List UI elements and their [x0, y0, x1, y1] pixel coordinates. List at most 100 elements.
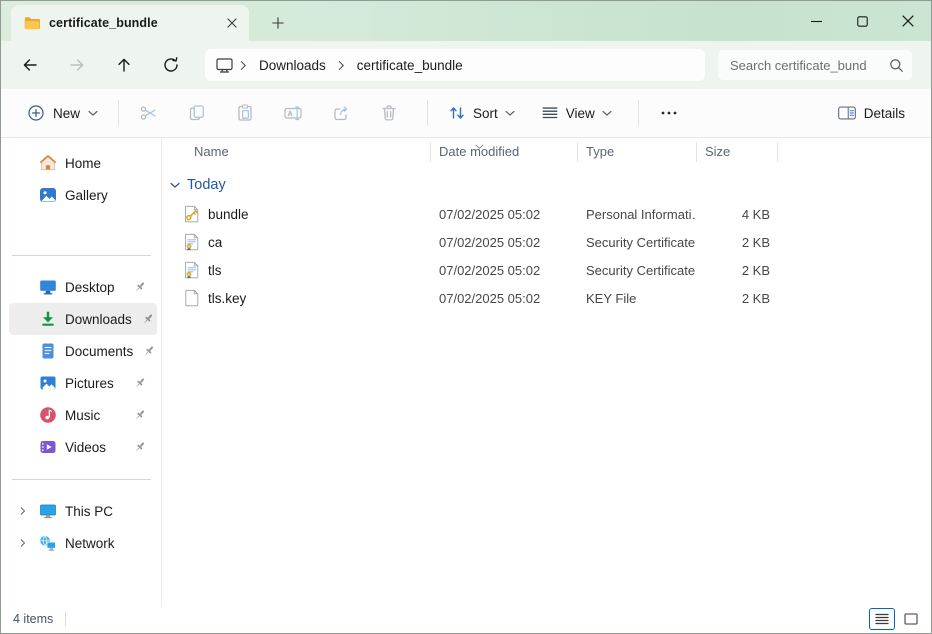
column-header-type[interactable]: Type [578, 138, 697, 164]
file-size: 4 KB [697, 207, 778, 222]
toolbar-divider [427, 100, 428, 126]
downloads-icon [39, 310, 57, 328]
new-button-label: New [53, 106, 80, 121]
up-button[interactable] [107, 48, 141, 82]
breadcrumb-chevron-icon[interactable] [234, 60, 253, 71]
column-header-empty [778, 138, 931, 164]
share-button[interactable] [321, 95, 361, 131]
file-name: tls.key [208, 291, 246, 306]
command-toolbar: New [1, 89, 931, 138]
sidebar-item-desktop[interactable]: Desktop [9, 271, 157, 303]
file-name: bundle [208, 207, 249, 222]
pin-icon [132, 376, 147, 391]
file-row[interactable]: bundle 07/02/2025 05:02 Personal Informa… [162, 200, 931, 228]
back-button[interactable] [13, 48, 47, 82]
sort-button[interactable]: Sort [438, 95, 525, 131]
toolbar-divider [118, 100, 119, 126]
forward-button[interactable] [60, 48, 94, 82]
see-more-button[interactable] [649, 95, 689, 131]
file-size: 2 KB [697, 291, 778, 306]
minimize-button[interactable] [793, 1, 839, 41]
view-button[interactable]: View [531, 95, 622, 131]
ellipsis-icon [659, 103, 679, 123]
file-name: tls [208, 263, 222, 278]
sidebar-item-documents[interactable]: Documents [9, 335, 157, 367]
cut-icon [139, 103, 159, 123]
view-list-icon [541, 104, 559, 122]
group-header-label: Today [187, 177, 226, 193]
status-divider [65, 612, 66, 626]
refresh-button[interactable] [154, 48, 188, 82]
breadcrumb-chevron-icon[interactable] [332, 60, 351, 71]
this-pc-icon [39, 502, 57, 520]
thumbnail-view-icon [904, 613, 918, 625]
chevron-down-icon [88, 110, 98, 117]
status-bar: 4 items [1, 607, 931, 633]
file-name: ca [208, 235, 222, 250]
folder-icon [24, 16, 40, 30]
column-headers: Name Date modified Type Size [162, 138, 931, 164]
file-date: 07/02/2025 05:02 [431, 291, 578, 306]
file-row[interactable]: tls 07/02/2025 05:02 Security Certificat… [162, 256, 931, 284]
sidebar-item-this-pc[interactable]: This PC [5, 495, 157, 527]
tab-close-button[interactable] [221, 12, 243, 34]
sidebar-divider [12, 479, 151, 480]
pictures-icon [39, 374, 57, 392]
sidebar-item-label: Downloads [65, 312, 132, 327]
chevron-right-icon[interactable] [15, 506, 31, 516]
thumbnail-view-toggle[interactable] [898, 608, 924, 630]
music-icon [39, 406, 57, 424]
column-header-date-modified[interactable]: Date modified [431, 138, 578, 164]
sort-icon [448, 104, 466, 122]
sidebar-item-videos[interactable]: Videos [9, 431, 157, 463]
breadcrumb-item-current-folder[interactable]: certificate_bundle [351, 56, 469, 75]
column-header-name[interactable]: Name [162, 138, 431, 164]
breadcrumb[interactable]: Downloads certificate_bundle [205, 49, 705, 81]
sidebar-item-downloads[interactable]: Downloads [9, 303, 157, 335]
pin-icon [132, 280, 147, 295]
sidebar-item-gallery[interactable]: Gallery [9, 179, 157, 211]
toolbar-divider [638, 100, 639, 126]
delete-button[interactable] [369, 95, 409, 131]
new-tab-button[interactable] [265, 10, 291, 36]
copy-button[interactable] [177, 95, 217, 131]
new-button[interactable]: New [17, 95, 108, 131]
column-header-label: Type [586, 144, 614, 159]
file-type: Security Certificate [578, 263, 697, 278]
cut-button[interactable] [129, 95, 169, 131]
close-window-button[interactable] [885, 1, 931, 41]
sidebar-item-home[interactable]: Home [9, 147, 157, 179]
details-view-icon [875, 613, 889, 625]
sidebar-item-music[interactable]: Music [9, 399, 157, 431]
sidebar-item-pictures[interactable]: Pictures [9, 367, 157, 399]
sidebar-item-label: Gallery [65, 188, 108, 203]
breadcrumb-item-downloads[interactable]: Downloads [253, 56, 332, 75]
maximize-button[interactable] [839, 1, 885, 41]
window-controls [793, 1, 931, 41]
search-input[interactable] [718, 50, 912, 80]
paste-button[interactable] [225, 95, 265, 131]
column-header-size[interactable]: Size [697, 138, 778, 164]
group-header-today[interactable]: Today [162, 170, 931, 200]
close-icon [227, 18, 237, 28]
desktop-location-icon [215, 57, 234, 74]
file-row[interactable]: ca 07/02/2025 05:02 Security Certificate… [162, 228, 931, 256]
file-date: 07/02/2025 05:02 [431, 235, 578, 250]
sidebar-item-label: Pictures [65, 376, 114, 391]
file-row[interactable]: tls.key 07/02/2025 05:02 KEY File 2 KB [162, 284, 931, 312]
chevron-right-icon[interactable] [15, 538, 31, 548]
search-icon[interactable] [889, 58, 904, 78]
sidebar-divider [12, 255, 151, 256]
sidebar-item-network[interactable]: Network [5, 527, 157, 559]
details-pane-button[interactable]: Details [827, 95, 915, 131]
details-view-toggle[interactable] [869, 608, 895, 630]
rename-button[interactable] [273, 95, 313, 131]
plus-circle-icon [27, 104, 45, 122]
sidebar-item-label: Music [65, 408, 100, 423]
file-explorer-window: certificate_bundle [0, 0, 932, 634]
sidebar-item-label: Desktop [65, 280, 115, 295]
explorer-tab[interactable]: certificate_bundle [11, 5, 249, 41]
sidebar: Home Gallery [1, 138, 161, 607]
pin-icon [132, 408, 147, 423]
documents-icon [39, 342, 57, 360]
